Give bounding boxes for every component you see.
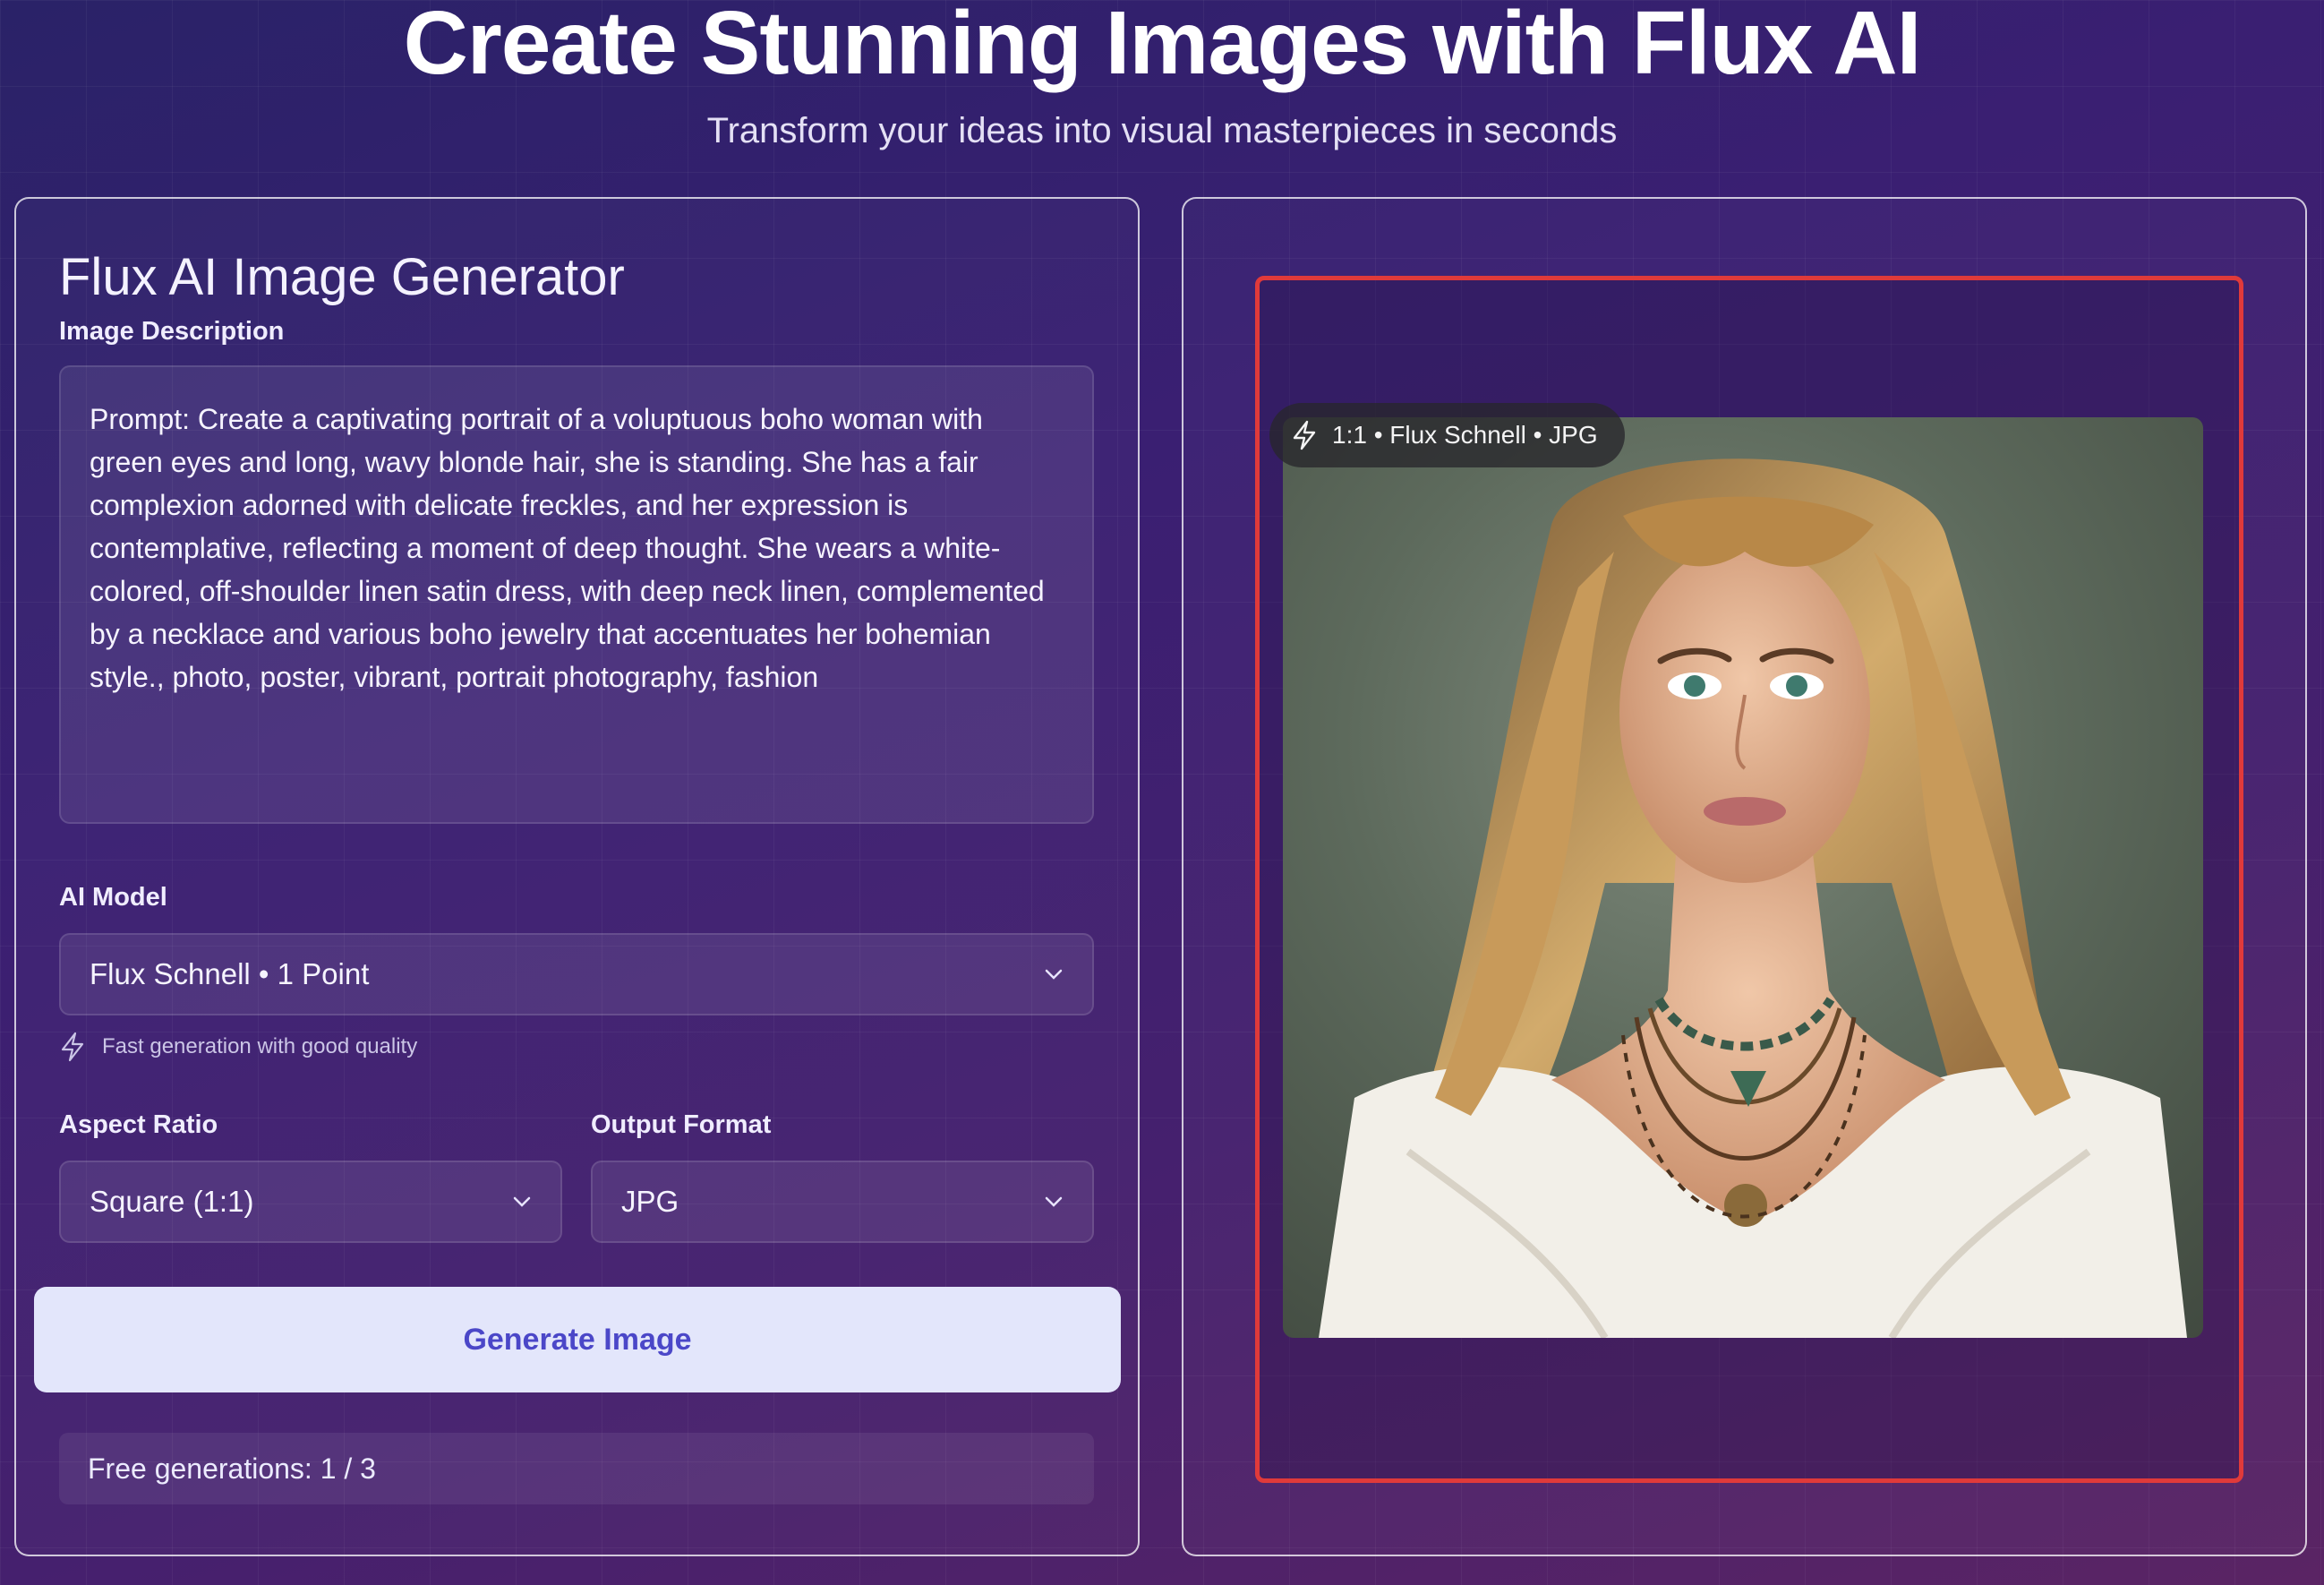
image-description-label: Image Description [59, 317, 285, 346]
generator-card: Flux AI Image Generator Image Descriptio… [14, 197, 1140, 1556]
output-format-select[interactable]: JPG [591, 1161, 1094, 1243]
model-hint-text: Fast generation with good quality [102, 1034, 418, 1058]
lightning-icon [1293, 420, 1316, 450]
output-format-value: JPG [621, 1185, 679, 1218]
form-title: Flux AI Image Generator [59, 248, 625, 306]
preview-card: 1:1 • Flux Schnell • JPG [1182, 197, 2307, 1556]
lightning-icon [61, 1032, 84, 1062]
free-generations-status: Free generations: 1 / 3 [59, 1433, 1094, 1504]
image-info-text: 1:1 • Flux Schnell • JPG [1332, 421, 1598, 449]
page-subtitle: Transform your ideas into visual masterp… [706, 111, 1618, 150]
image-info-badge: 1:1 • Flux Schnell • JPG [1269, 403, 1625, 467]
chevron-down-icon [1045, 1196, 1063, 1207]
aspect-ratio-label: Aspect Ratio [59, 1110, 218, 1139]
aspect-ratio-value: Square (1:1) [90, 1185, 254, 1218]
aspect-ratio-select[interactable]: Square (1:1) [59, 1161, 562, 1243]
generate-image-button[interactable]: Generate Image [34, 1287, 1121, 1392]
prompt-textarea[interactable]: Prompt: Create a captivating portrait of… [59, 365, 1094, 824]
generated-image[interactable] [1283, 417, 2203, 1338]
chevron-down-icon [1045, 969, 1063, 980]
page-title: Create Stunning Images with Flux AI [403, 0, 1922, 93]
output-format-label: Output Format [591, 1110, 772, 1139]
model-hint: Fast generation with good quality [59, 1032, 417, 1062]
chevron-down-icon [513, 1196, 531, 1207]
ai-model-select[interactable]: Flux Schnell • 1 Point [59, 933, 1094, 1015]
ai-model-label: AI Model [59, 883, 167, 912]
ai-model-value: Flux Schnell • 1 Point [90, 957, 370, 990]
portrait-illustration [1319, 458, 2187, 1338]
